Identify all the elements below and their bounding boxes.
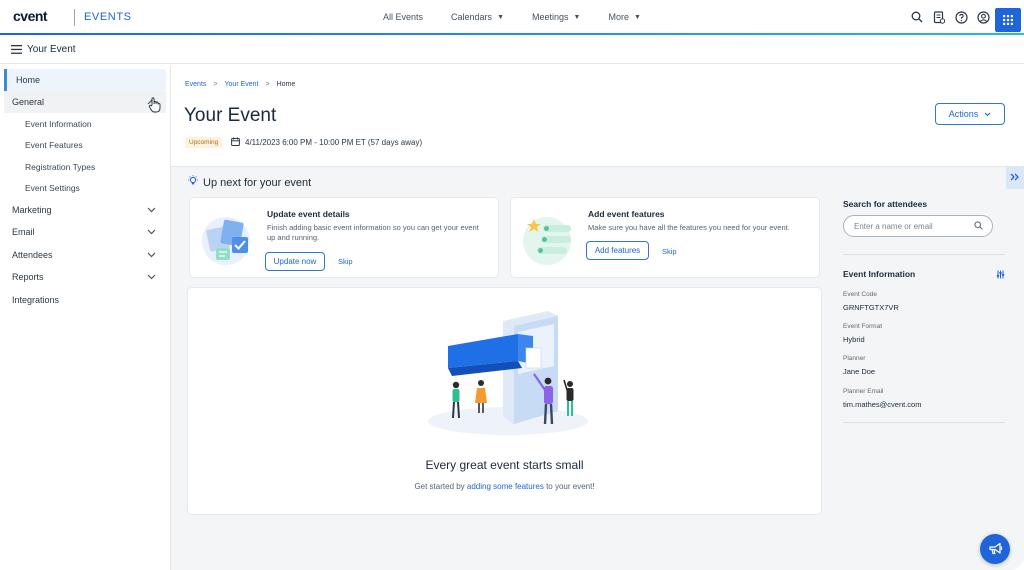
card-description: Finish adding basic event information so… bbox=[267, 223, 479, 242]
chevron-right-icon: > bbox=[265, 81, 270, 88]
top-icons bbox=[910, 10, 990, 24]
user-icon[interactable] bbox=[976, 10, 990, 24]
hamburger-menu-icon[interactable] bbox=[11, 45, 22, 56]
event-information-title: Event Information bbox=[843, 269, 916, 279]
field-label-planner: Planner bbox=[843, 355, 866, 362]
search-attendees-label: Search for attendees bbox=[843, 199, 928, 209]
field-value-event-format: Hybrid bbox=[843, 335, 865, 344]
chevron-down-icon bbox=[147, 272, 156, 282]
sidebar-item-integrations[interactable]: Integrations bbox=[0, 289, 166, 311]
chevron-down-icon: ▼ bbox=[497, 13, 504, 21]
double-chevron-right-icon bbox=[1010, 173, 1020, 183]
nav-more[interactable]: More ▼ bbox=[608, 12, 640, 22]
field-value-planner-email: tim.mathes@cvent.com bbox=[843, 400, 922, 409]
chevron-down-icon bbox=[147, 250, 156, 260]
sidebar-subitem-event-features[interactable]: Event Features bbox=[25, 140, 83, 150]
megaphone-icon bbox=[988, 542, 1003, 557]
field-value-planner: Jane Doe bbox=[843, 367, 876, 376]
search-icon[interactable] bbox=[910, 10, 924, 24]
skip-link[interactable]: Skip bbox=[338, 257, 353, 266]
nav-accent-line bbox=[0, 33, 1024, 35]
chevron-down-icon bbox=[147, 227, 156, 237]
event-hero: Events > Your Event > Home Your Event Up… bbox=[171, 65, 1024, 167]
skip-link[interactable]: Skip bbox=[662, 247, 677, 256]
nav-calendars[interactable]: Calendars ▼ bbox=[451, 12, 504, 22]
chevron-right-icon: > bbox=[213, 81, 218, 88]
cvent-logo[interactable]: cvent bbox=[13, 8, 48, 24]
app-frame: cvent EVENTS All Events Calendars ▼ Meeti… bbox=[0, 0, 1024, 570]
status-badge: Upcoming bbox=[185, 137, 223, 148]
add-features-button[interactable]: Add features bbox=[586, 241, 649, 260]
settings-sliders-icon[interactable] bbox=[996, 270, 1005, 281]
app-grid-icon[interactable] bbox=[995, 8, 1021, 32]
sub-header: Your Event bbox=[0, 36, 1024, 64]
breadcrumb-events[interactable]: Events bbox=[185, 81, 206, 88]
help-icon[interactable] bbox=[954, 10, 968, 24]
card-illustration bbox=[523, 213, 578, 270]
empty-state-title: Every great event starts small bbox=[425, 458, 584, 472]
divider bbox=[843, 254, 1005, 255]
product-name[interactable]: EVENTS bbox=[84, 11, 132, 23]
breadcrumb-your-event[interactable]: Your Event bbox=[225, 81, 259, 88]
card-title: Update event details bbox=[267, 209, 350, 219]
brand-divider bbox=[74, 9, 75, 26]
field-label-event-format: Event Format bbox=[843, 323, 883, 330]
nav-all-events[interactable]: All Events bbox=[383, 12, 423, 22]
field-value-event-code: GRNFTGTX7VR bbox=[843, 303, 899, 312]
sidebar-item-general[interactable]: General bbox=[4, 91, 166, 113]
card-illustration bbox=[202, 213, 257, 270]
card-update-event-details: Update event details Finish adding basic… bbox=[190, 198, 498, 277]
event-illustration bbox=[418, 306, 593, 443]
collapse-panel-toggle[interactable] bbox=[1006, 167, 1024, 189]
divider bbox=[843, 422, 1005, 423]
card-title: Add event features bbox=[588, 209, 665, 219]
event-datetime: 4/11/2023 6:00 PM - 10:00 PM ET (57 days… bbox=[231, 137, 422, 148]
up-next-heading: Up next for your event bbox=[187, 175, 311, 190]
top-navigation: cvent EVENTS All Events Calendars ▼ Meeti… bbox=[0, 0, 1024, 34]
document-icon[interactable] bbox=[932, 10, 946, 24]
empty-state-card: Every great event starts small Get start… bbox=[188, 288, 821, 514]
chevron-down-icon: ▼ bbox=[573, 13, 581, 21]
sidebar-item-email[interactable]: Email bbox=[0, 221, 166, 243]
nav-meetings[interactable]: Meetings ▼ bbox=[532, 12, 580, 22]
hand-cursor-icon bbox=[148, 97, 162, 115]
nav-links: All Events Calendars ▼ Meetings ▼ More ▼ bbox=[383, 12, 669, 22]
sidebar: Home General Event Information Event Fea… bbox=[0, 65, 171, 570]
field-label-event-code: Event Code bbox=[843, 291, 877, 298]
page-title: Your Event bbox=[184, 105, 277, 126]
event-name-header: Your Event bbox=[27, 44, 76, 55]
announcement-button[interactable] bbox=[980, 534, 1010, 564]
attendee-search bbox=[843, 215, 993, 237]
attendee-search-input[interactable] bbox=[854, 220, 972, 233]
lightbulb-icon bbox=[187, 175, 199, 190]
calendar-icon bbox=[231, 137, 240, 148]
adding-features-link[interactable]: adding some features bbox=[467, 482, 544, 491]
chevron-down-icon: ▼ bbox=[633, 13, 641, 21]
sidebar-subitem-event-information[interactable]: Event Information bbox=[25, 119, 92, 129]
chevron-down-icon bbox=[984, 109, 991, 119]
breadcrumb: Events > Your Event > Home bbox=[185, 81, 295, 88]
sidebar-subitem-event-settings[interactable]: Event Settings bbox=[25, 183, 80, 193]
sidebar-item-marketing[interactable]: Marketing bbox=[0, 199, 166, 221]
field-label-planner-email: Planner Email bbox=[843, 388, 884, 395]
main-content: Events > Your Event > Home Your Event Up… bbox=[171, 65, 1024, 570]
card-description: Make sure you have all the features you … bbox=[588, 223, 790, 232]
sidebar-subitem-registration-types[interactable]: Registration Types bbox=[25, 162, 95, 172]
actions-button[interactable]: Actions bbox=[935, 103, 1005, 125]
search-icon[interactable] bbox=[974, 221, 983, 232]
card-add-event-features: Add event features Make sure you have al… bbox=[511, 198, 819, 277]
sidebar-item-attendees[interactable]: Attendees bbox=[0, 244, 166, 266]
sidebar-item-home[interactable]: Home bbox=[4, 69, 166, 91]
chevron-down-icon bbox=[147, 205, 156, 215]
sidebar-item-reports[interactable]: Reports bbox=[0, 266, 166, 288]
empty-state-subtitle: Get started by adding some features to y… bbox=[414, 482, 595, 491]
breadcrumb-home: Home bbox=[276, 81, 296, 88]
update-now-button[interactable]: Update now bbox=[265, 252, 325, 271]
